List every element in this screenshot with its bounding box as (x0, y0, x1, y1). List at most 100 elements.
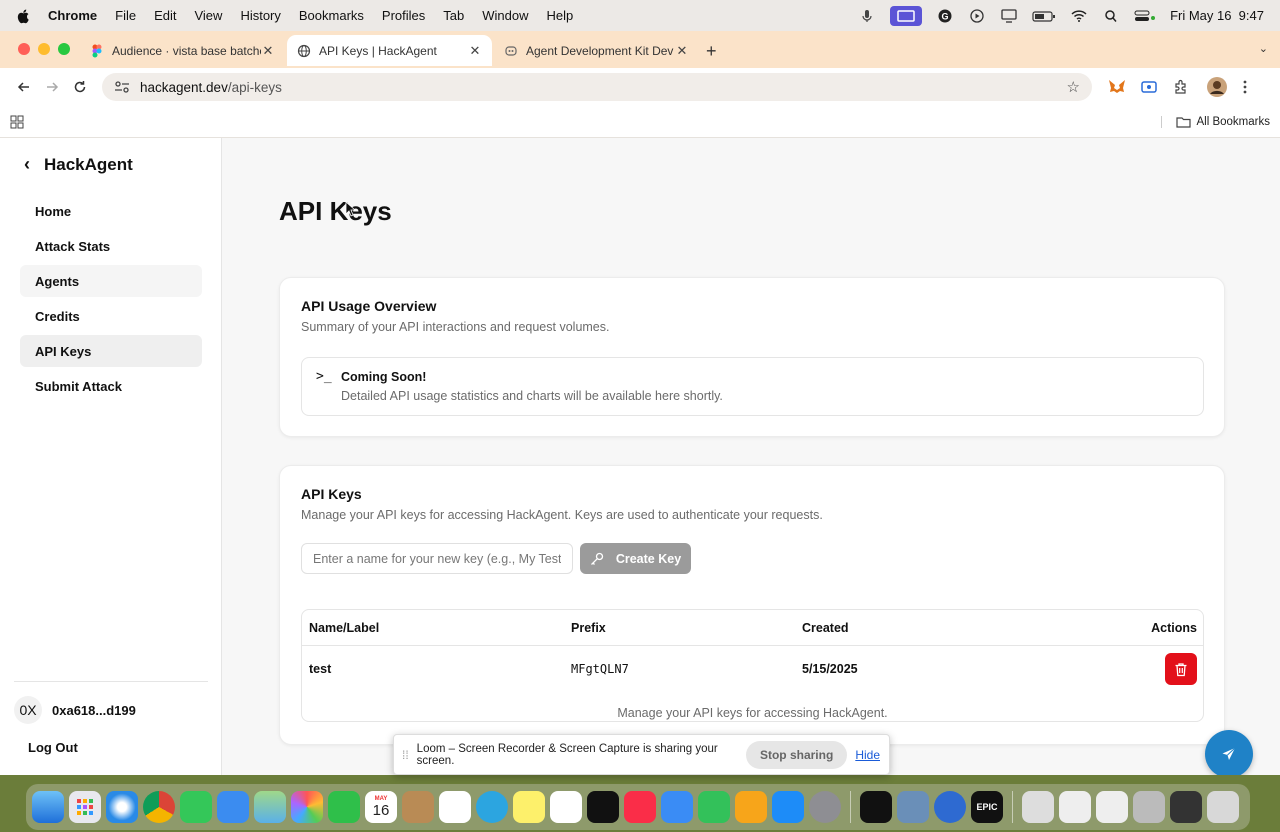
drag-handle-icon[interactable]: ⁞⁞ (402, 748, 409, 762)
maps-icon[interactable] (254, 791, 286, 823)
sidebar-item-attack-stats[interactable]: Attack Stats (20, 230, 202, 262)
reminders-icon[interactable] (439, 791, 471, 823)
facetime-icon[interactable] (328, 791, 360, 823)
new-tab-button[interactable]: + (706, 41, 717, 62)
menu-bookmarks[interactable]: Bookmarks (299, 8, 364, 23)
reload-button[interactable] (66, 73, 94, 101)
document-thumbnail-icon[interactable] (1096, 791, 1128, 823)
finder-icon[interactable] (32, 791, 64, 823)
key-created-date: 5/15/2025 (802, 662, 858, 676)
tab-agent-dev-kit[interactable]: Agent Development Kit Dev U ✕ (494, 35, 699, 66)
automator-icon[interactable] (1022, 791, 1054, 823)
extensions-puzzle-icon[interactable] (1170, 76, 1192, 98)
column-header-prefix: Prefix (571, 621, 606, 635)
display-icon[interactable] (1000, 8, 1018, 23)
apps-grid-icon[interactable] (10, 115, 24, 129)
app-store-icon[interactable] (772, 791, 804, 823)
menubar-clock[interactable]: Fri May 16 9:47 (1170, 8, 1264, 23)
messages-icon[interactable] (180, 791, 212, 823)
mail-icon[interactable] (217, 791, 249, 823)
menu-tab[interactable]: Tab (443, 8, 464, 23)
safari-icon[interactable] (106, 791, 138, 823)
microphone-icon[interactable] (858, 9, 876, 23)
contacts-icon[interactable] (402, 791, 434, 823)
reload-icon (74, 81, 86, 93)
screen-recorder-extension-icon[interactable] (1138, 76, 1160, 98)
music-icon[interactable] (624, 791, 656, 823)
chrome-menu-icon[interactable] (1234, 76, 1256, 98)
system-settings-icon[interactable] (809, 791, 841, 823)
preview-icon[interactable] (897, 791, 929, 823)
launchpad-icon[interactable] (69, 791, 101, 823)
notes-icon[interactable] (513, 791, 545, 823)
create-key-button[interactable]: Create Key (580, 543, 691, 574)
account-info[interactable]: 0X 0xa618...d199 (14, 696, 136, 724)
sidebar-item-api-keys[interactable]: API Keys (20, 335, 202, 367)
menu-file[interactable]: File (115, 8, 136, 23)
photos-icon[interactable] (291, 791, 323, 823)
control-center-icon[interactable] (1134, 9, 1156, 23)
screen-share-icon[interactable] (890, 5, 923, 26)
key-name-input[interactable] (301, 543, 573, 574)
numbers-icon[interactable] (698, 791, 730, 823)
forward-button[interactable] (38, 73, 66, 101)
tab-audience[interactable]: Audience · vista base batche ✕ (80, 35, 285, 66)
close-tab-icon[interactable]: ✕ (261, 43, 275, 59)
telegram-icon[interactable] (476, 791, 508, 823)
pages-icon[interactable] (735, 791, 767, 823)
address-bar[interactable]: hackagent.dev/api-keys ☆ (102, 73, 1092, 101)
cursor-app-icon[interactable] (860, 791, 892, 823)
play-icon[interactable] (968, 8, 986, 23)
wifi-icon[interactable] (1070, 9, 1088, 23)
freeform-icon[interactable] (550, 791, 582, 823)
svg-text:G: G (942, 11, 949, 21)
all-bookmarks-button[interactable]: All Bookmarks (1160, 115, 1270, 128)
sidebar-item-credits[interactable]: Credits (20, 300, 202, 332)
spotlight-search-icon[interactable] (1102, 9, 1120, 23)
minimize-window-button[interactable] (38, 43, 50, 55)
menu-help[interactable]: Help (547, 8, 574, 23)
epic-games-icon[interactable]: EPIC (971, 791, 1003, 823)
tab-api-keys[interactable]: API Keys | HackAgent ✕ (287, 35, 492, 66)
chevron-left-icon[interactable]: ‹ (24, 154, 30, 175)
sidebar-item-home[interactable]: Home (20, 195, 202, 227)
close-tab-icon[interactable]: ✕ (675, 43, 689, 59)
browser-app-icon[interactable] (934, 791, 966, 823)
delete-key-button[interactable] (1165, 653, 1197, 685)
tab-search-chevron-icon[interactable]: ⌄ (1259, 42, 1268, 55)
hide-link[interactable]: Hide (855, 748, 880, 762)
zoom-window-button[interactable] (58, 43, 70, 55)
apple-tv-icon[interactable] (587, 791, 619, 823)
sidebar-item-submit-attack[interactable]: Submit Attack (20, 370, 202, 402)
bookmark-star-icon[interactable]: ☆ (1067, 78, 1080, 96)
screenshot-thumbnail-icon[interactable] (1133, 791, 1165, 823)
site-settings-icon[interactable] (114, 80, 130, 94)
trash-icon[interactable] (1207, 791, 1239, 823)
window-controls (18, 43, 70, 55)
calendar-icon[interactable]: MAY 16 (365, 791, 397, 823)
back-button[interactable] (10, 73, 38, 101)
sidebar-item-agents[interactable]: Agents (20, 265, 202, 297)
menu-profiles[interactable]: Profiles (382, 8, 425, 23)
menu-view[interactable]: View (194, 8, 222, 23)
profile-avatar[interactable] (1206, 76, 1228, 98)
close-tab-icon[interactable]: ✕ (468, 43, 482, 59)
menu-app-name[interactable]: Chrome (48, 8, 97, 23)
tab-title: Audience · vista base batche (112, 43, 261, 58)
tab-title: API Keys | HackAgent (319, 43, 437, 58)
menu-history[interactable]: History (240, 8, 280, 23)
chrome-icon[interactable] (143, 791, 175, 823)
keynote-icon[interactable] (661, 791, 693, 823)
menu-window[interactable]: Window (482, 8, 528, 23)
apple-icon[interactable] (16, 8, 32, 24)
menu-edit[interactable]: Edit (154, 8, 176, 23)
grammarly-icon[interactable]: G (936, 9, 954, 23)
metamask-extension-icon[interactable] (1106, 76, 1128, 98)
stop-sharing-button[interactable]: Stop sharing (745, 740, 848, 769)
logout-button[interactable]: Log Out (28, 740, 78, 755)
battery-icon[interactable] (1032, 9, 1056, 23)
close-window-button[interactable] (18, 43, 30, 55)
document-thumbnail-icon[interactable] (1059, 791, 1091, 823)
send-feedback-button[interactable] (1205, 730, 1253, 775)
folder-stack-icon[interactable] (1170, 791, 1202, 823)
